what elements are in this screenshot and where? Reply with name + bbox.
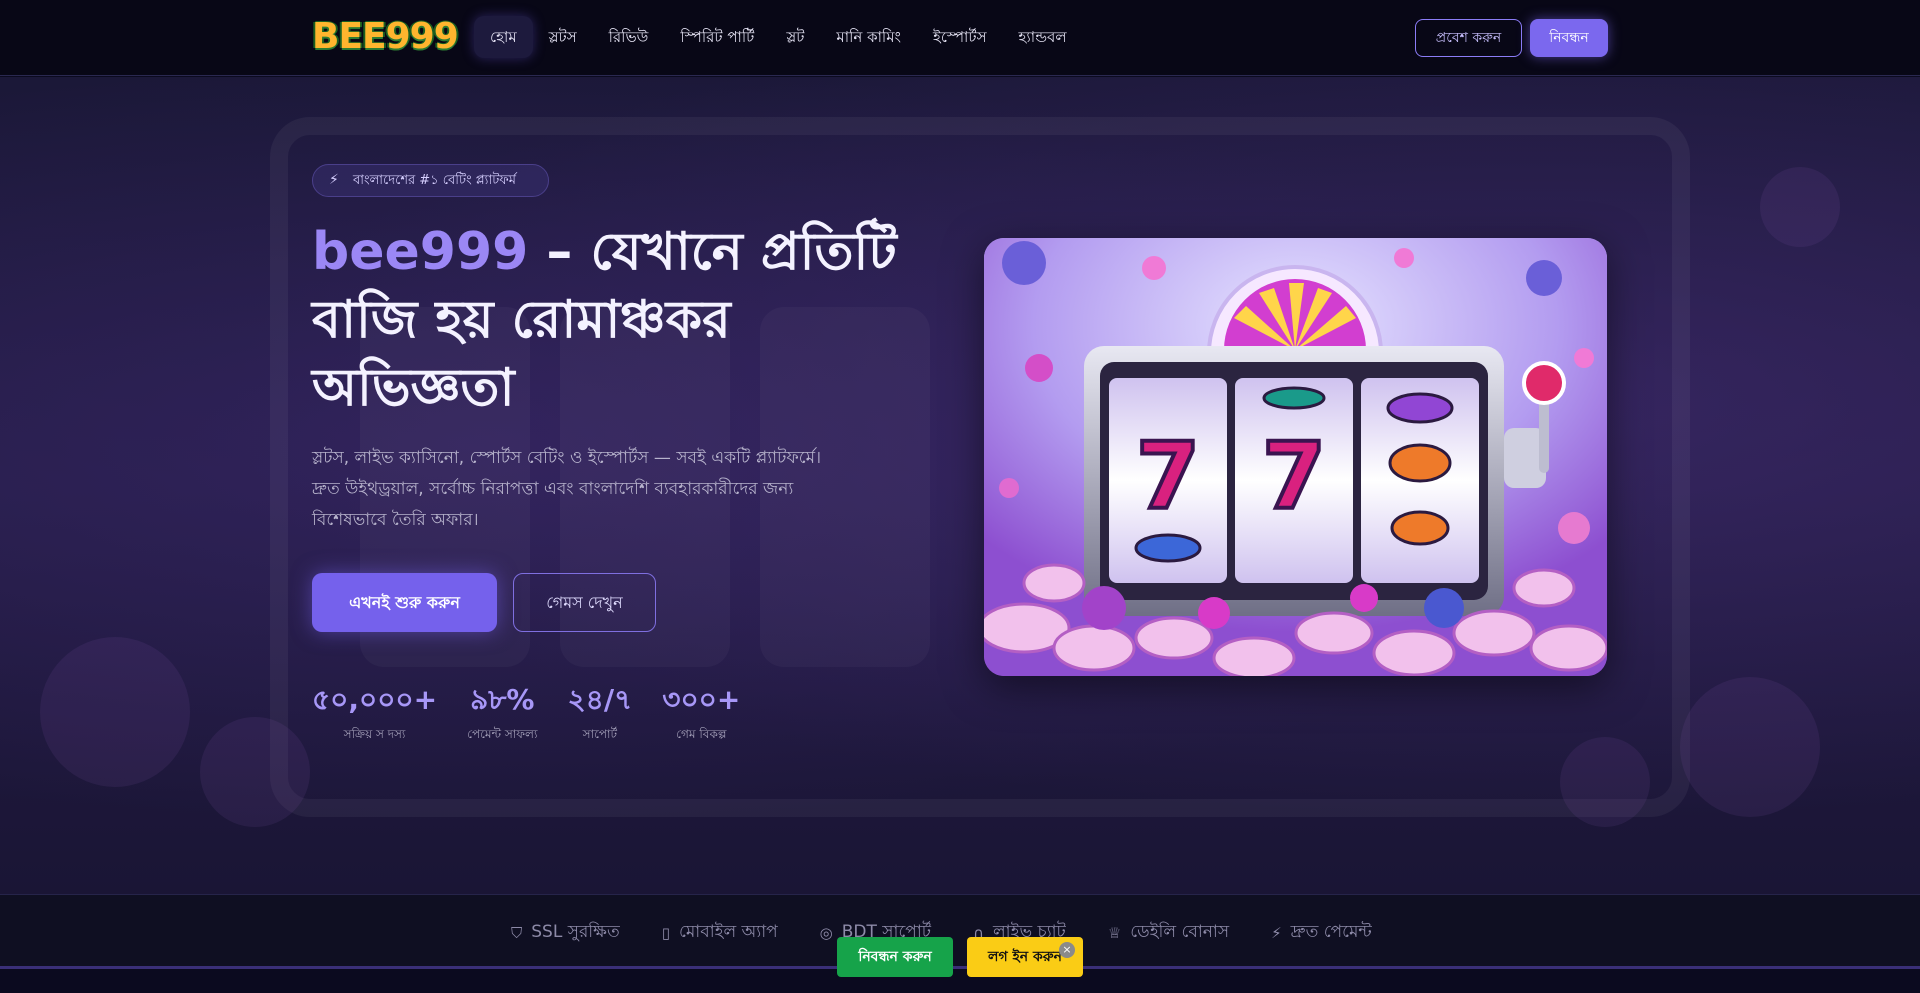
close-icon[interactable]: × bbox=[1059, 942, 1075, 958]
stat-label: সক্রিয় স দস্য bbox=[343, 727, 406, 741]
nav-item-home[interactable]: হোম bbox=[474, 16, 533, 58]
stat-value: ২৪/৭ bbox=[567, 683, 633, 716]
svg-text:7: 7 bbox=[1262, 423, 1326, 530]
features-list: ⛉ SSL সুরক্ষিত ▯ মোবাইল অ্যাপ ◎ BDT সাপো… bbox=[511, 919, 1414, 947]
lightning-icon: ⚡ bbox=[329, 172, 339, 188]
stat-value: ৫০,০০০+ bbox=[312, 683, 438, 716]
view-games-button[interactable]: গেমস দেখুন bbox=[513, 573, 656, 632]
feature-label: মোবাইল অ্যাপ bbox=[678, 922, 778, 942]
nav-item-money-coming[interactable]: মানি কামিং bbox=[820, 16, 917, 58]
feature-mobile-app: ▯ মোবাইল অ্যাপ bbox=[662, 919, 778, 947]
hero-background-coin bbox=[1560, 737, 1650, 827]
stat-value: ৩০০+ bbox=[662, 683, 741, 716]
hero-section bbox=[0, 77, 1920, 894]
hero-stats: ৫০,০০০+ সক্রিয় স দস্য ৯৮% পেমেন্ট সাফল্… bbox=[312, 682, 770, 746]
feature-ssl: ⛉ SSL সুরক্ষিত bbox=[511, 919, 620, 947]
nav-item-spirit-party[interactable]: স্পিরিট পার্টি bbox=[664, 16, 770, 58]
feature-label: ডেইলি বোনাস bbox=[1130, 922, 1230, 942]
stat-value: ৯৮% bbox=[470, 683, 535, 716]
lightning-icon: ⚡ bbox=[1271, 924, 1282, 942]
hero-title: bee999 – যেখানে প্রতিটি বাজি হয় রোমাঞ্চ… bbox=[312, 218, 912, 422]
feature-daily-bonus: ♕ ডেইলি বোনাস bbox=[1108, 919, 1229, 947]
start-now-button[interactable]: এখনই শুরু করুন bbox=[312, 573, 497, 632]
stat-label: গেম বিকল্প bbox=[676, 727, 727, 741]
bottom-accent-line bbox=[0, 966, 1920, 969]
hero-slot-machine-image: 7 7 bbox=[984, 238, 1607, 676]
features-bar: ⛉ SSL সুরক্ষিত ▯ মোবাইল অ্যাপ ◎ BDT সাপো… bbox=[0, 894, 1920, 968]
nav-item-handball[interactable]: হ্যান্ডবল bbox=[1002, 16, 1082, 58]
slot-machine-illustration: 7 7 bbox=[984, 238, 1607, 676]
header-register-button[interactable]: নিবন্ধন bbox=[1530, 19, 1608, 57]
svg-text:7: 7 bbox=[1136, 423, 1200, 530]
stat-label: পেমেন্ট সাফল্য bbox=[467, 727, 538, 741]
hero-background-coin bbox=[40, 637, 190, 787]
feature-fast-payment: ⚡ দ্রুত পেমেন্ট bbox=[1271, 919, 1372, 947]
nav-item-slot[interactable]: স্লট bbox=[770, 16, 820, 58]
stat-game-options: ৩০০+ গেম বিকল্প bbox=[662, 682, 740, 746]
header-login-button[interactable]: প্রবেশ করুন bbox=[1415, 19, 1522, 57]
nav-item-esports[interactable]: ইস্পোর্টস bbox=[917, 16, 1002, 58]
floating-register-button[interactable]: নিবন্ধন করুন bbox=[837, 937, 953, 977]
hero-background-coin bbox=[1760, 167, 1840, 247]
hero-title-brand: bee999 bbox=[312, 222, 529, 282]
stat-label: সাপোর্ট bbox=[582, 727, 618, 741]
feature-label: দ্রুত পেমেন্ট bbox=[1290, 922, 1372, 942]
hero-background-coin bbox=[200, 717, 310, 827]
shield-icon: ⛉ bbox=[511, 924, 523, 942]
nav-item-review[interactable]: রিভিউ bbox=[593, 16, 665, 58]
hero-badge-text: বাংলাদেশের #১ বেটিং প্ল্যাটফর্ম bbox=[353, 173, 517, 188]
trophy-icon: ♕ bbox=[1107, 924, 1122, 942]
site-logo[interactable]: BEE999 bbox=[312, 15, 459, 59]
main-nav: হোম স্লটস রিভিউ স্পিরিট পার্টি স্লট মানি… bbox=[474, 15, 1083, 59]
nav-item-slots[interactable]: স্লটস bbox=[533, 16, 593, 58]
site-header: BEE999 হোম স্লটস রিভিউ স্পিরিট পার্টি স্… bbox=[0, 0, 1920, 76]
coins-icon: ◎ bbox=[819, 924, 833, 942]
feature-label: SSL সুরক্ষিত bbox=[531, 922, 620, 942]
hero-badge: ⚡ বাংলাদেশের #১ বেটিং প্ল্যাটফর্ম bbox=[312, 164, 549, 197]
stat-active-members: ৫০,০০০+ সক্রিয় স দস্য bbox=[312, 682, 437, 746]
stat-payment-success: ৯৮% পেমেন্ট সাফল্য bbox=[467, 682, 537, 746]
hero-background-coin bbox=[1680, 677, 1820, 817]
stat-support: ২৪/৭ সাপোর্ট bbox=[567, 682, 632, 746]
hero-description: স্লটস, লাইভ ক্যাসিনো, স্পোর্টস বেটিং ও ই… bbox=[312, 448, 822, 530]
mobile-icon: ▯ bbox=[661, 924, 670, 942]
